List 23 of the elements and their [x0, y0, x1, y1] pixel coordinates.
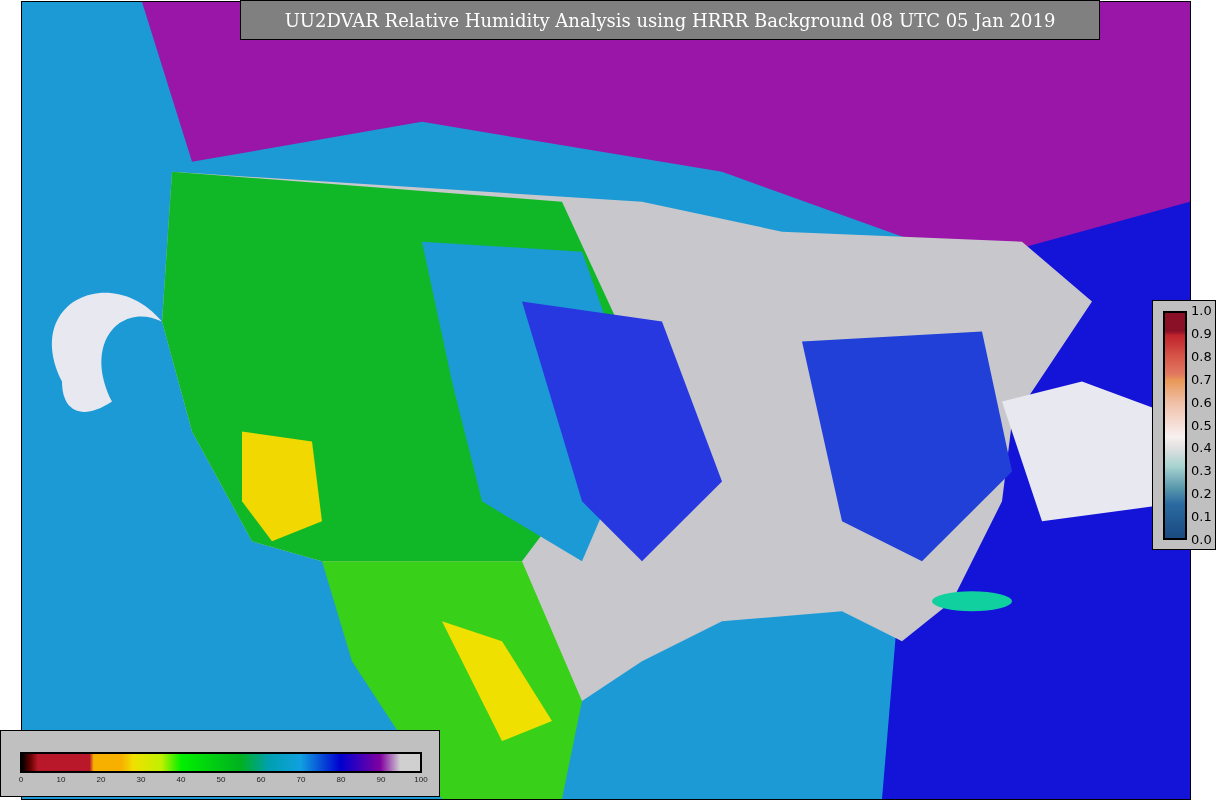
tick-label: 90 — [376, 775, 386, 785]
tick-label: 0.0 — [1191, 533, 1212, 547]
tick-label: 30 — [136, 775, 146, 785]
tick-label: 70 — [296, 775, 306, 785]
tick-label: 0.9 — [1191, 326, 1212, 341]
tick-label: 0.2 — [1191, 487, 1212, 502]
tick-label: 80 — [336, 775, 346, 785]
tick-label: 0.3 — [1191, 464, 1212, 479]
tick-label: 0.5 — [1191, 418, 1212, 433]
map-title: UU2DVAR Relative Humidity Analysis using HRRR Background 08 UTC 05 Jan 2019 — [284, 8, 1056, 33]
tick-label: 40 — [176, 775, 186, 785]
tick-label: 20 — [96, 775, 106, 785]
tick-label: 0.4 — [1191, 441, 1212, 456]
tick-label: 0.8 — [1191, 349, 1212, 364]
tick-label: 10 — [56, 775, 66, 785]
tick-label: 0.7 — [1191, 372, 1212, 387]
tick-label: 1.0 — [1191, 304, 1212, 318]
tick-label: 0 — [18, 775, 24, 785]
tick-label: 100 — [414, 775, 428, 785]
tick-label: 0.6 — [1191, 395, 1212, 410]
tick-label: 0.1 — [1191, 510, 1212, 525]
tick-label: 50 — [216, 775, 226, 785]
tick-label: 60 — [256, 775, 266, 785]
